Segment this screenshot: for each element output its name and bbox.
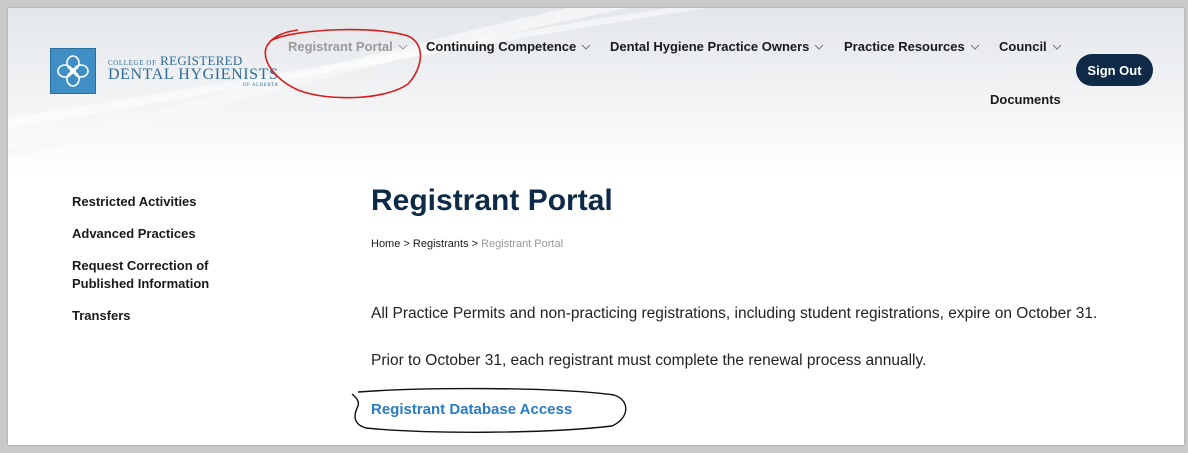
registrant-database-link[interactable]: Registrant Database Access <box>371 401 572 418</box>
chevron-down-icon <box>970 44 980 50</box>
chevron-down-icon <box>581 44 591 50</box>
nav-item-label: Practice Resources <box>844 39 965 54</box>
sidebar-item-transfers[interactable]: Transfers <box>72 307 272 325</box>
sidebar-item-advanced-practices[interactable]: Advanced Practices <box>72 225 272 243</box>
breadcrumb-home[interactable]: Home <box>371 238 400 250</box>
nav-item-council[interactable]: Council <box>999 39 1062 54</box>
nav-item-registrant-portal[interactable]: Registrant Portal <box>288 39 408 54</box>
renewal-expiry-text: All Practice Permits and non-practicing … <box>371 305 1098 322</box>
nav-item-label: Continuing Competence <box>426 39 577 54</box>
breadcrumb-current: Registrant Portal <box>481 238 564 250</box>
site-logo[interactable]: COLLEGE OF REGISTERED DENTAL HYGIENISTS … <box>50 48 279 94</box>
nav-item-documents[interactable]: Documents <box>990 92 1061 107</box>
logo-wordmark: COLLEGE OF REGISTERED DENTAL HYGIENISTS … <box>108 54 279 88</box>
breadcrumb-registrants[interactable]: Registrants <box>413 238 469 250</box>
breadcrumb-separator: > <box>403 238 410 250</box>
sign-out-button[interactable]: Sign Out <box>1076 54 1153 86</box>
flower-logo-icon <box>50 48 96 94</box>
nav-item-continuing-competence[interactable]: Continuing Competence <box>426 39 591 54</box>
nav-item-practice-resources[interactable]: Practice Resources <box>844 39 980 54</box>
page-title: Registrant Portal <box>371 184 613 217</box>
breadcrumb: Home > Registrants > Registrant Portal <box>371 238 563 250</box>
logo-line2: DENTAL HYGIENISTS <box>108 66 279 83</box>
renewal-process-text: Prior to October 31, each registrant mus… <box>371 352 927 369</box>
logo-line3: OF ALBERTA <box>242 83 279 88</box>
chevron-down-icon <box>815 44 824 50</box>
breadcrumb-separator: > <box>471 238 479 250</box>
nav-item-label: Registrant Portal <box>288 39 393 54</box>
browser-viewport: COLLEGE OF REGISTERED DENTAL HYGIENISTS … <box>8 8 1184 445</box>
sidebar-item-request-correction[interactable]: Request Correction of Published Informat… <box>72 257 222 293</box>
sidebar-nav: Restricted Activities Advanced Practices… <box>72 193 272 339</box>
nav-item-label: Dental Hygiene Practice Owners <box>610 39 810 54</box>
nav-item-practice-owners[interactable]: Dental Hygiene Practice Owners <box>610 39 824 54</box>
nav-item-label: Council <box>999 39 1047 54</box>
chevron-down-icon <box>1052 44 1062 50</box>
sidebar-item-restricted-activities[interactable]: Restricted Activities <box>72 193 272 211</box>
chevron-down-icon <box>398 44 408 50</box>
